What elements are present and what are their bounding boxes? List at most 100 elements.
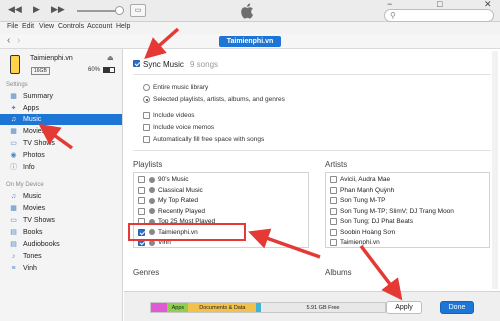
radio-selected-items[interactable] [143, 96, 150, 103]
playlist-checkbox[interactable] [138, 176, 145, 183]
menu-view[interactable]: View [39, 23, 54, 30]
playlist-item-label: Recently Played [158, 207, 205, 215]
playlist-item-label: My Top Rated [158, 197, 198, 204]
sidebar-item-photos[interactable]: ◉ Photos [0, 150, 122, 161]
sync-music-label: Sync Music [143, 60, 184, 69]
divider [133, 150, 491, 151]
artist-checkbox[interactable] [330, 197, 337, 204]
sidebar-item-label: TV Shows [23, 217, 55, 224]
play-icon[interactable]: ▶ [33, 4, 40, 15]
tv-icon: ▭ [10, 140, 17, 147]
device-item-music[interactable]: ♫ Music [0, 191, 122, 202]
toolbar: ◀◀ ▶ ▶▶ ▭ − □ ✕ ⚲ [0, 0, 500, 22]
menu-file[interactable]: File [7, 23, 18, 30]
sidebar-item-tv-shows[interactable]: ▭ TV Shows [0, 138, 122, 149]
device-item-vinh[interactable]: ≡ Vinh [0, 263, 122, 274]
menu-controls[interactable]: Controls [58, 23, 84, 30]
minimize-icon[interactable]: − [387, 0, 392, 9]
forward-icon[interactable]: › [17, 35, 20, 46]
back-icon[interactable]: ‹ [7, 35, 10, 46]
apply-button[interactable]: Apply [386, 301, 422, 314]
sidebar-item-info[interactable]: ⓘ Info [0, 162, 122, 173]
storage-bar: Apps Documents & Data 5.91 GB Free [150, 302, 386, 313]
music-icon: ♫ [10, 193, 17, 200]
search-box[interactable]: ⚲ [384, 9, 494, 22]
sidebar-item-apps[interactable]: ✦ Apps [0, 103, 122, 114]
device-item-tones[interactable]: ♪ Tones [0, 251, 122, 262]
divider [133, 74, 491, 75]
sidebar-item-movies[interactable]: ▦ Movies [0, 126, 122, 137]
artist-checkbox[interactable] [330, 218, 337, 225]
playlist-gear-icon [149, 176, 155, 183]
include-videos-checkbox[interactable] [143, 112, 150, 119]
device-item-books[interactable]: ▤ Books [0, 227, 122, 238]
menu-edit[interactable]: Edit [22, 23, 34, 30]
artist-item-label: Son Tung M-TP; SlimV; DJ Trang Moon [340, 207, 454, 215]
apps-icon: ✦ [10, 105, 17, 112]
audiobook-icon: ▤ [10, 241, 17, 248]
sidebar-item-label: Movies [23, 205, 46, 212]
highlight-box [128, 223, 246, 241]
sidebar-item-label: Music [23, 193, 42, 200]
airplay-icon[interactable]: ▭ [130, 4, 146, 17]
albums-header: Albums [325, 268, 352, 277]
movies-icon: ▦ [10, 205, 17, 212]
maximize-icon[interactable]: □ [437, 0, 442, 9]
artist-item-label: Avicii, Audra Mae [340, 176, 391, 183]
playlist-checkbox[interactable] [138, 197, 145, 204]
done-button[interactable]: Done [440, 301, 474, 314]
radio-entire-library[interactable] [143, 84, 150, 91]
apple-logo-icon [241, 3, 253, 19]
settings-header: Settings [6, 82, 28, 88]
playlist-checkbox[interactable] [138, 186, 145, 194]
sidebar-item-music[interactable]: ♫ Music [0, 114, 122, 125]
artist-checkbox[interactable] [330, 186, 337, 194]
device-item-movies[interactable]: ▦ Movies [0, 203, 122, 214]
search-input[interactable] [401, 11, 489, 21]
photos-icon: ◉ [10, 152, 17, 159]
eject-icon[interactable]: ⏏ [107, 54, 114, 62]
device-item-tv-shows[interactable]: ▭ TV Shows [0, 215, 122, 226]
main-panel: Sync Music 9 songs Entire music library … [124, 49, 500, 291]
artist-checkbox[interactable] [330, 228, 337, 236]
menu-account[interactable]: Account [87, 23, 112, 30]
sync-song-count: 9 songs [190, 60, 219, 69]
artist-checkbox[interactable] [330, 176, 337, 183]
info-icon: ⓘ [10, 164, 17, 171]
include-voice-memos-checkbox[interactable] [143, 124, 150, 131]
sidebar-item-label: TV Shows [23, 140, 55, 147]
sidebar-item-summary[interactable]: ▦ Summary [0, 91, 122, 102]
storage-segment: Documents & Data [188, 303, 257, 312]
scrollbar[interactable] [492, 51, 498, 289]
sidebar-item-label: Summary [23, 93, 53, 100]
device-tab[interactable]: Taimienphi.vn [219, 36, 281, 47]
option-label: Automatically fill free space with songs [153, 136, 265, 143]
navigation-bar: ‹ › Taimienphi.vn [0, 34, 500, 49]
book-icon: ▤ [10, 229, 17, 236]
on-my-device-header: On My Device [6, 182, 44, 188]
playlist-checkbox[interactable] [138, 207, 145, 215]
bottom-bar: Apps Documents & Data 5.91 GB Free Apply D… [124, 291, 500, 321]
autofill-checkbox[interactable] [143, 136, 150, 143]
artist-checkbox[interactable] [330, 239, 337, 246]
battery-fill [104, 68, 110, 72]
device-item-audiobooks[interactable]: ▤ Audiobooks [0, 239, 122, 250]
menu-help[interactable]: Help [116, 23, 130, 30]
volume-slider-knob[interactable] [115, 6, 124, 15]
playlist-item-label: 90's Music [158, 176, 189, 183]
sidebar-item-label: Vinh [23, 265, 37, 272]
artist-item-label: Son Tung M-TP [340, 197, 386, 204]
storage-segment [151, 303, 168, 312]
sync-music-checkbox[interactable] [133, 60, 140, 67]
next-track-icon[interactable]: ▶▶ [51, 4, 65, 15]
option-label: Include voice memos [153, 124, 215, 131]
volume-slider[interactable] [77, 10, 119, 12]
playlist-gear-icon [149, 197, 155, 204]
artist-checkbox[interactable] [330, 207, 337, 215]
capacity-badge: 16GB [31, 67, 50, 75]
summary-icon: ▦ [10, 93, 17, 100]
iphone-icon [10, 55, 20, 74]
previous-track-icon[interactable]: ◀◀ [8, 4, 22, 15]
battery-icon [103, 67, 115, 73]
device-name: Taimienphi.vn [30, 55, 73, 62]
